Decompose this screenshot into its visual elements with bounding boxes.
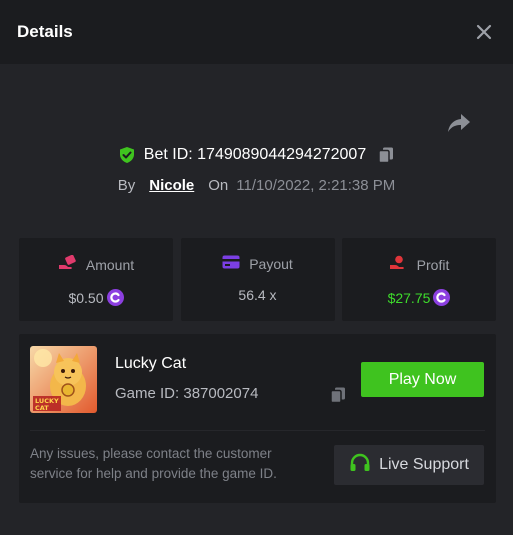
game-card: LUCKY CAT Lucky Cat Game ID: 387002074 P… <box>19 334 496 503</box>
by-label: By <box>117 177 136 194</box>
stat-profit: Profit $27.75 <box>342 238 496 321</box>
bet-id-row: Bet ID: 1749089044294272007 <box>0 146 513 164</box>
stat-amount-value: $0.50 <box>68 289 104 306</box>
bet-id-prefix: Bet ID: <box>143 146 198 163</box>
stat-amount-label: Amount <box>85 256 135 273</box>
stat-profit-value: $27.75 <box>387 289 431 306</box>
share-arrow-icon[interactable] <box>447 112 471 134</box>
game-thumbnail[interactable]: LUCKY CAT <box>30 346 97 413</box>
live-support-label: Live Support <box>379 456 469 473</box>
bet-stats: Amount $0.50 Payout 56.4 x Profit $27.75 <box>19 238 496 321</box>
shield-check-icon <box>118 146 136 164</box>
coin-icon <box>433 289 451 306</box>
close-icon[interactable] <box>474 22 494 42</box>
stat-amount: Amount $0.50 <box>19 238 173 321</box>
live-support-button[interactable]: Live Support <box>334 445 484 485</box>
thumb-title-line2: CAT <box>35 404 49 412</box>
hand-money-icon <box>389 255 417 274</box>
stat-payout-value: 56.4 x <box>238 287 277 303</box>
game-name[interactable]: Lucky Cat <box>115 355 186 373</box>
bet-author-row: By Nicole On 11/10/2022, 2:21:38 PM <box>0 177 513 194</box>
headset-icon <box>349 453 379 478</box>
coin-icon <box>106 289 124 306</box>
on-label: On <box>208 177 229 194</box>
stat-payout-label: Payout <box>249 255 293 272</box>
details-header: Details <box>0 0 513 64</box>
help-text: Any issues, please contact the customer … <box>30 446 277 481</box>
game-id: Game ID: 387002074 <box>115 385 259 402</box>
stat-profit-label: Profit <box>416 256 450 273</box>
bet-id-label: Bet ID: 1749089044294272007 <box>144 146 366 164</box>
copy-icon[interactable] <box>377 146 395 164</box>
play-now-button[interactable]: Play Now <box>361 362 484 397</box>
copy-icon[interactable] <box>329 386 347 404</box>
bet-id-value: 1749089044294272007 <box>197 146 367 163</box>
hand-chip-icon <box>58 254 86 274</box>
card-icon <box>222 255 249 272</box>
divider <box>30 430 485 431</box>
bet-timestamp: 11/10/2022, 2:21:38 PM <box>236 177 396 194</box>
stat-payout: Payout 56.4 x <box>180 238 335 321</box>
user-link[interactable]: Nicole <box>149 177 194 194</box>
page-title: Details <box>17 22 73 41</box>
